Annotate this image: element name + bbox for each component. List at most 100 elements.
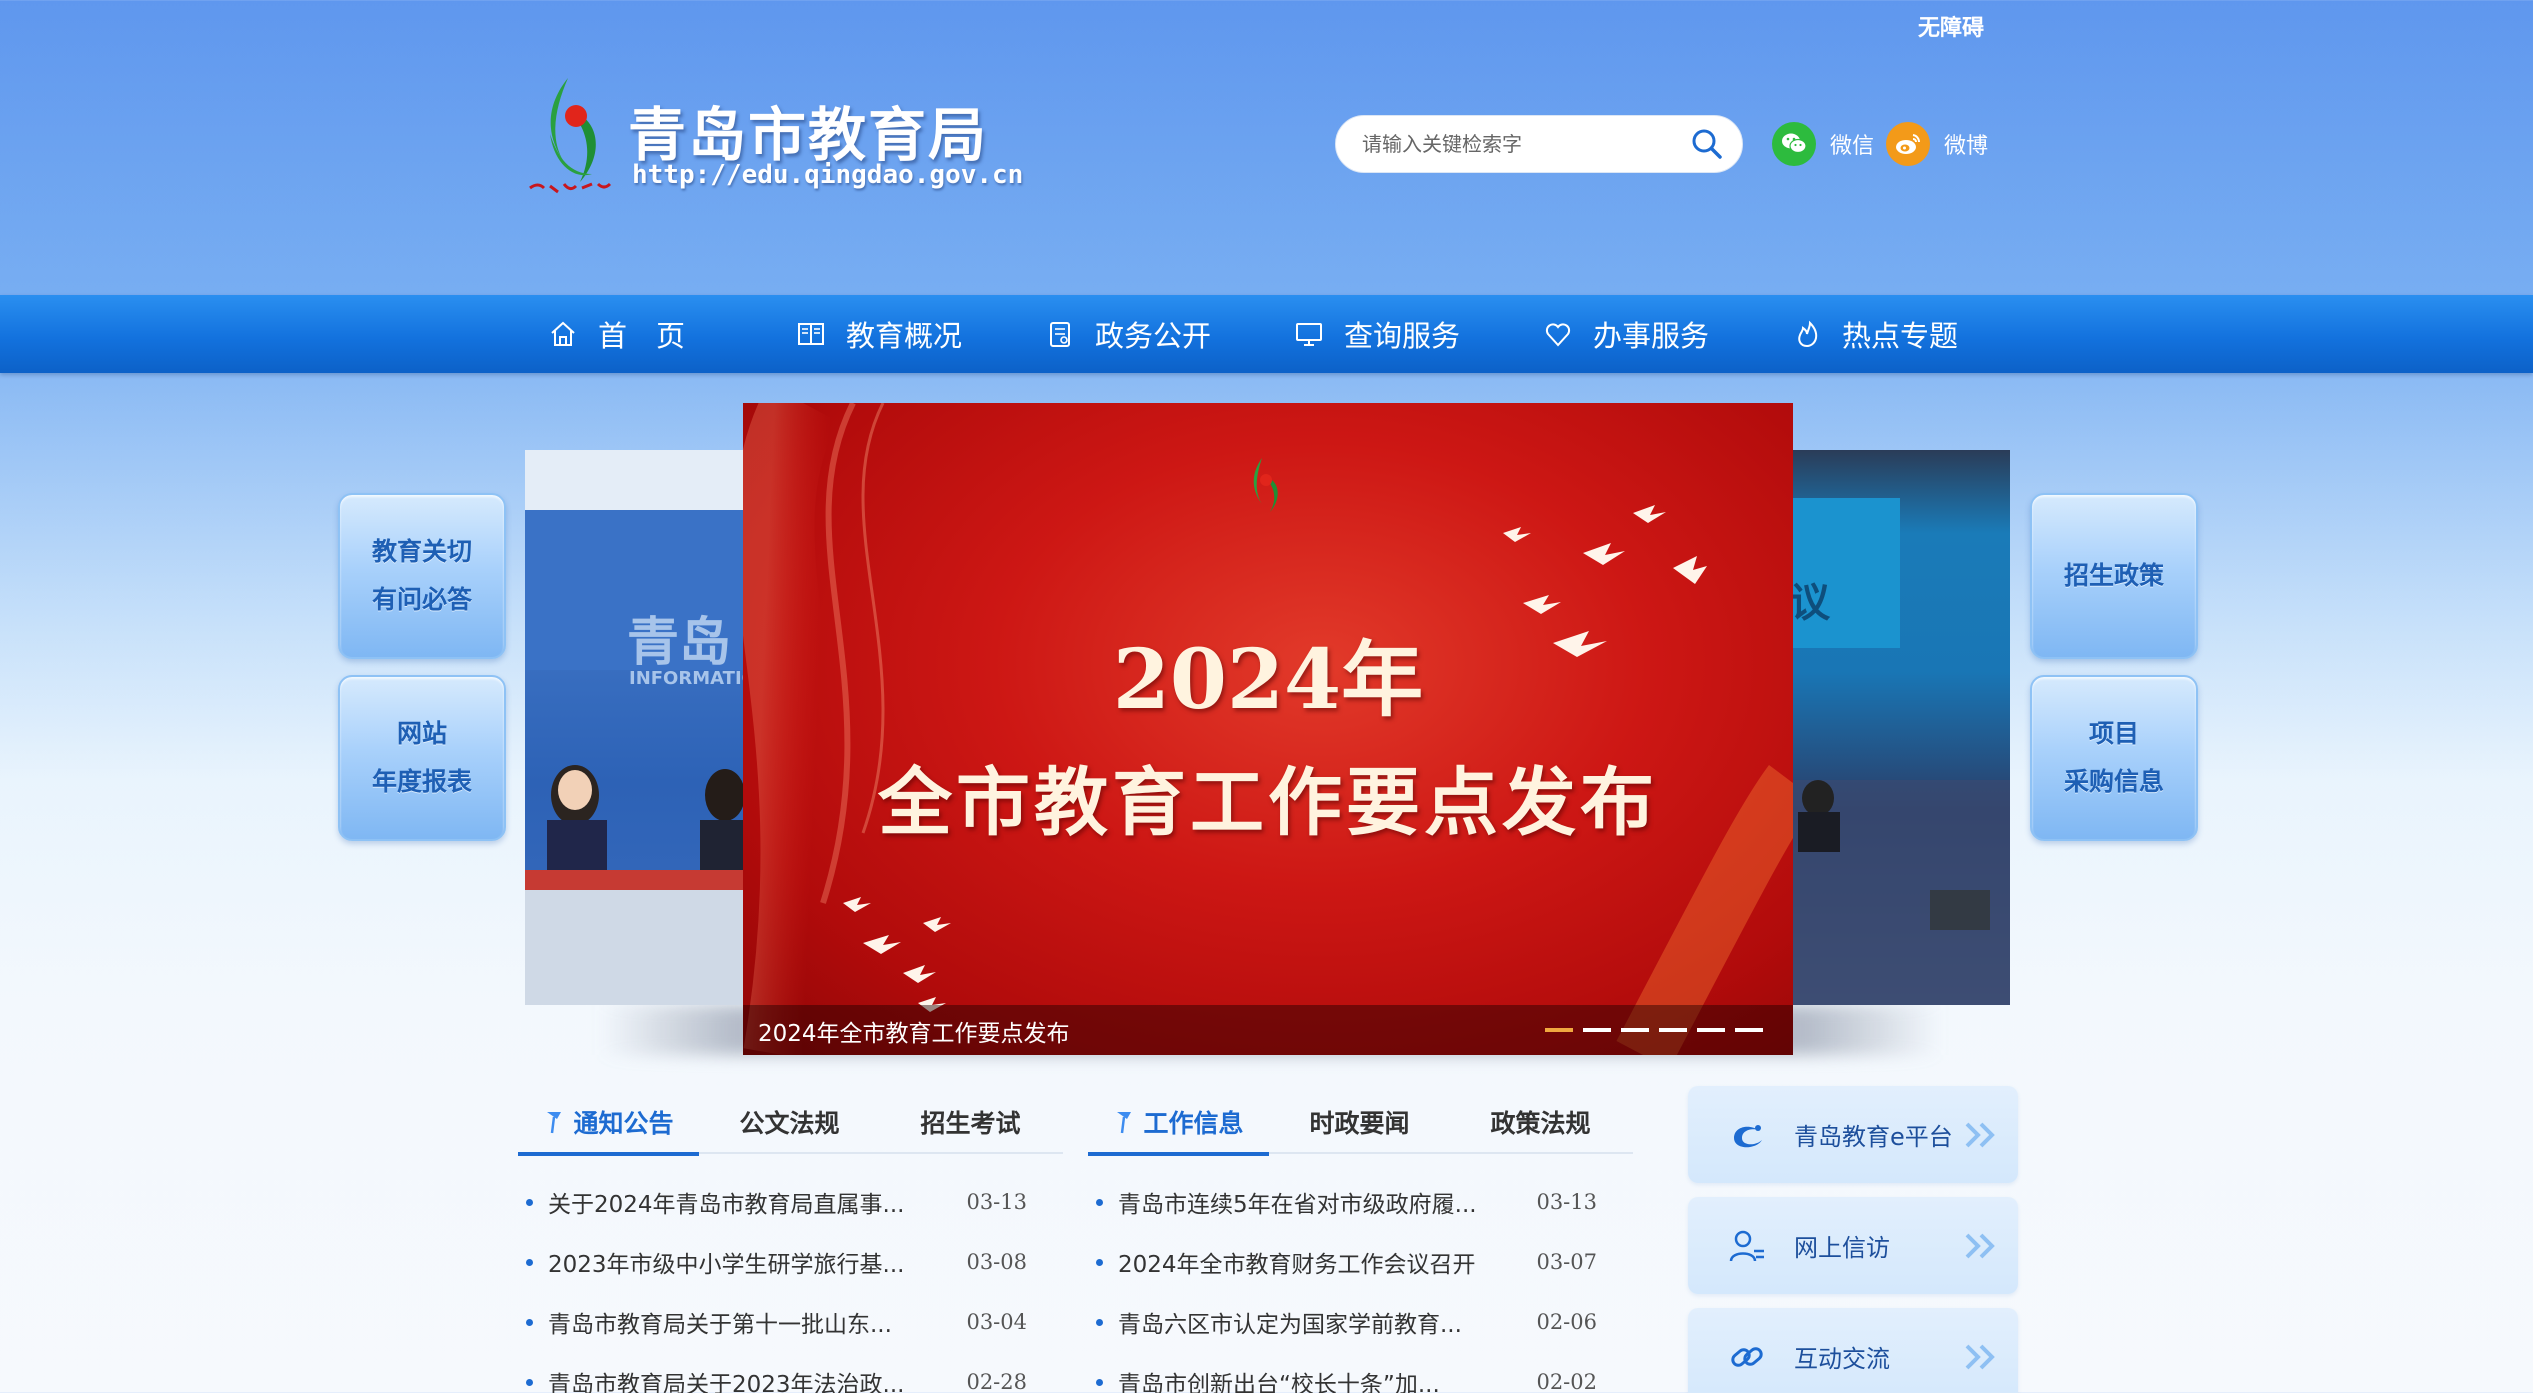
nav-label: 热点专题 <box>1842 319 1959 353</box>
tab-bar: 通知公告 公文法规 招生考试 <box>518 1090 1063 1156</box>
news-title: 青岛六区市认定为国家学前教育... <box>1118 1312 1462 1338</box>
side-btn-line: 项目 <box>2088 719 2139 748</box>
nav-home[interactable]: 首 页 <box>548 295 685 373</box>
list-item[interactable]: 青岛市连续5年在省对市级政府履... 03-13 <box>1088 1172 1633 1232</box>
meeting-hall-image <box>1790 498 2010 1005</box>
platform-label: 网上信访 <box>1794 1234 1890 1262</box>
news-title: 2023年市级中小学生研学旅行基... <box>548 1252 905 1278</box>
news-title: 关于2024年青岛市教育局直属事... <box>548 1192 905 1218</box>
tab-label: 工作信息 <box>1143 1109 1244 1138</box>
tab-label: 时政要闻 <box>1309 1109 1410 1138</box>
carousel-prev-slide[interactable]: 青岛 INFORMATIO <box>525 450 745 1005</box>
press-conference-image <box>525 450 745 1005</box>
wechat-link[interactable]: 微信 <box>1772 122 1874 166</box>
double-chevron-icon <box>1965 1344 1995 1370</box>
search-icon[interactable] <box>1690 127 1724 161</box>
monitor-icon <box>1296 323 1322 346</box>
platform-online-petition[interactable]: 网上信访 <box>1688 1197 2018 1294</box>
weibo-link[interactable]: 微博 <box>1886 122 1988 166</box>
search-input[interactable] <box>1362 132 1690 156</box>
list-item[interactable]: 青岛六区市认定为国家学前教育... 02-06 <box>1088 1292 1633 1352</box>
tab-label: 公文法规 <box>739 1109 840 1138</box>
book-icon <box>798 323 824 345</box>
tab-documents[interactable]: 公文法规 <box>699 1090 880 1154</box>
carousel-dot[interactable] <box>1583 1028 1611 1032</box>
news-title: 2024年全市教育财务工作会议召开 <box>1118 1252 1476 1278</box>
nav-overview[interactable]: 教育概况 <box>796 295 962 373</box>
list-item[interactable]: 青岛市创新出台“校长十条”加... 02-02 <box>1088 1352 1633 1393</box>
site-url: http://edu.qingdao.gov.cn <box>632 160 1024 190</box>
carousel-dot[interactable] <box>1697 1028 1725 1032</box>
nav-services[interactable]: 办事服务 <box>1543 295 1709 373</box>
tab-label: 招生考试 <box>920 1109 1021 1138</box>
nav-hot-topics[interactable]: 热点专题 <box>1792 295 1958 373</box>
work-info-tabbox: 工作信息 时政要闻 政策法规 青岛市连续5年在省对市级政府履... 03-13 2… <box>1088 1090 1633 1393</box>
slide-headline-title: 全市教育工作要点发布 <box>878 760 1658 846</box>
platform-e-platform[interactable]: 青岛教育e平台 <box>1688 1086 2018 1183</box>
nav-label: 查询服务 <box>1344 319 1461 353</box>
side-btn-line: 有问必答 <box>371 585 472 614</box>
side-btn-annual-report[interactable]: 网站 年度报表 <box>338 675 506 841</box>
news-date: 03-13 <box>966 1190 1027 1214</box>
platform-interaction[interactable]: 互动交流 <box>1688 1308 2018 1393</box>
link-icon <box>1731 1347 1763 1367</box>
slide-caption[interactable]: 2024年全市教育工作要点发布 <box>758 1014 1070 1048</box>
tab-label: 政策法规 <box>1490 1109 1591 1138</box>
weibo-icon <box>1886 122 1930 166</box>
platform-label: 青岛教育e平台 <box>1794 1123 1953 1151</box>
tab-current-news[interactable]: 时政要闻 <box>1269 1090 1450 1154</box>
news-date: 02-02 <box>1536 1370 1597 1393</box>
logo-icon[interactable] <box>520 70 620 200</box>
tab-notices[interactable]: 通知公告 <box>518 1090 699 1156</box>
carousel-active-slide[interactable]: 2024年 全市教育工作要点发布 2024年全市教育工作要点发布 <box>743 403 1793 1055</box>
nav-label: 政务公开 <box>1095 319 1212 353</box>
clipboard-icon <box>1050 322 1070 347</box>
weibo-label: 微博 <box>1944 134 1989 159</box>
list-item[interactable]: 2024年全市教育财务工作会议召开 03-07 <box>1088 1232 1633 1292</box>
side-btn-line: 年度报表 <box>371 767 472 796</box>
side-btn-line: 采购信息 <box>2063 767 2164 796</box>
side-btn-procurement[interactable]: 项目 采购信息 <box>2030 675 2198 841</box>
wechat-label: 微信 <box>1830 134 1875 159</box>
list-item[interactable]: 青岛市教育局关于2023年法治政... 02-28 <box>518 1352 1063 1393</box>
carousel-dot[interactable] <box>1545 1028 1573 1032</box>
carousel-next-slide[interactable]: 议 <box>1790 450 2010 1005</box>
pin-icon <box>1117 1112 1132 1134</box>
side-btn-admission-policy[interactable]: 招生政策 <box>2030 493 2198 659</box>
double-chevron-icon <box>1965 1122 1995 1148</box>
tab-work-info[interactable]: 工作信息 <box>1088 1090 1269 1156</box>
side-btn-education-concerns[interactable]: 教育关切 有问必答 <box>338 493 506 659</box>
carousel-dot[interactable] <box>1659 1028 1687 1032</box>
side-btn-line: 招生政策 <box>2063 561 2164 590</box>
carousel-dot[interactable] <box>1735 1028 1763 1032</box>
side-btn-line: 网站 <box>396 719 447 748</box>
slide-caption-bar: 2024年全市教育工作要点发布 <box>743 1005 1793 1055</box>
pin-icon <box>547 1112 562 1134</box>
slide-headline-year: 2024年 <box>1112 632 1424 728</box>
news-date: 02-28 <box>966 1370 1027 1393</box>
list-item[interactable]: 青岛市教育局关于第十一批山东... 03-04 <box>518 1292 1063 1352</box>
tab-policies[interactable]: 政策法规 <box>1450 1090 1631 1154</box>
news-list: 关于2024年青岛市教育局直属事... 03-13 2023年市级中小学生研学旅行… <box>518 1154 1063 1393</box>
news-title: 青岛市连续5年在省对市级政府履... <box>1118 1192 1477 1218</box>
double-chevron-icon <box>1965 1233 1995 1259</box>
news-title: 青岛市教育局关于第十一批山东... <box>548 1312 892 1338</box>
side-btn-line: 教育关切 <box>371 537 472 566</box>
nav-label: 首 页 <box>598 319 686 353</box>
carousel-dots <box>1545 1028 1763 1032</box>
nav-gov-affairs[interactable]: 政务公开 <box>1045 295 1211 373</box>
nav-query[interactable]: 查询服务 <box>1294 295 1460 373</box>
list-item[interactable]: 关于2024年青岛市教育局直属事... 03-13 <box>518 1172 1063 1232</box>
news-title: 青岛市创新出台“校长十条”加... <box>1118 1372 1440 1393</box>
search-box <box>1335 115 1743 173</box>
accessibility-link[interactable]: 无障碍 <box>1918 10 1984 42</box>
carousel-dot[interactable] <box>1621 1028 1649 1032</box>
tab-admission-exams[interactable]: 招生考试 <box>880 1090 1061 1154</box>
e-platform-icon <box>1734 1125 1762 1148</box>
tab-label: 通知公告 <box>573 1109 674 1138</box>
platform-label: 互动交流 <box>1794 1345 1890 1373</box>
left-preview-sub: INFORMATIO <box>629 668 745 689</box>
nav-label: 教育概况 <box>846 319 963 353</box>
list-item[interactable]: 2023年市级中小学生研学旅行基... 03-08 <box>518 1232 1063 1292</box>
home-icon <box>551 321 575 346</box>
